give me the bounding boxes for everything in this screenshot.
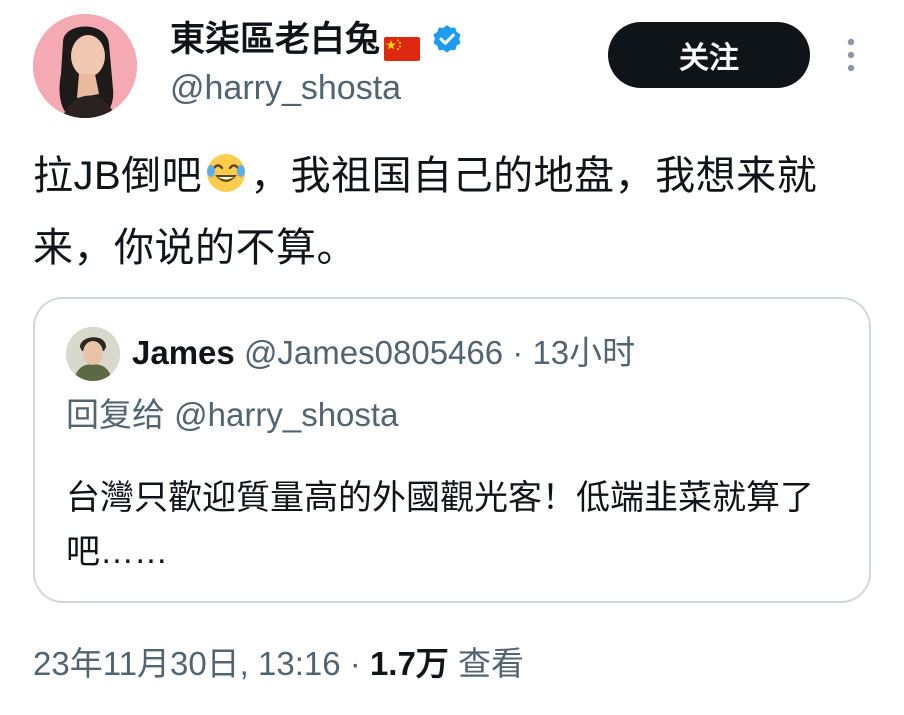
views-label: 查看 [457,645,524,682]
verified-badge-icon[interactable] [430,23,464,57]
quote-author-handle[interactable]: @James0805466 [244,334,503,371]
quote-timestamp[interactable]: 13小时 [532,334,635,371]
author-handle[interactable]: @harry_shosta [170,66,401,110]
quote-header: James @James0805466 · 13小时 [132,331,635,375]
views-count: 1.7万 [369,645,449,682]
meta-separator: · [349,645,361,682]
follow-button[interactable]: 关注 [608,22,810,88]
face-with-tears-of-joy-emoji [204,146,248,192]
quote-text: 台灣只歡迎質量高的外國觀光客！低端韭菜就算了吧…… [66,479,814,571]
quote-reply-context: 回复给 @harry_shosta [66,393,398,437]
quote-author-name[interactable]: James [132,334,235,371]
reply-prefix: 回复给 [66,396,165,433]
tweet-timestamp[interactable]: 23年11月30日, 13:16 [33,645,341,682]
more-vertical-icon[interactable] [838,34,864,78]
china-flag-icon [384,28,421,61]
tweet-meta: 23年11月30日, 13:16 · 1.7万 查看 [33,642,524,686]
quote-author-avatar[interactable] [66,327,120,381]
quoted-tweet-card[interactable]: James @James0805466 · 13小时 回复给 @harry_sh… [33,297,871,603]
reply-to-handle[interactable]: @harry_shosta [174,396,398,433]
author-avatar[interactable] [33,14,137,118]
quote-separator: · [512,334,524,371]
author-display-name[interactable]: 東柒區老白兔 [170,18,464,62]
display-name-text[interactable]: 東柒區老白兔 [170,18,380,62]
tweet-text: 拉JB倒吧 ，我祖国自己的地盘，我想来就来，你说的不算。 [33,140,878,284]
tweet-text-part-1: 拉JB倒吧 [33,154,203,198]
